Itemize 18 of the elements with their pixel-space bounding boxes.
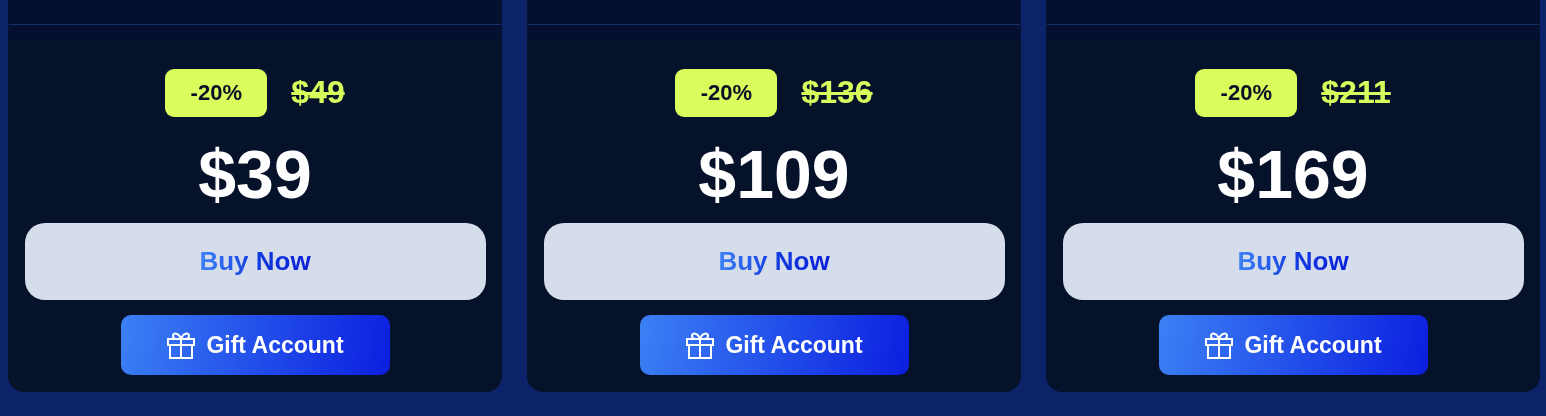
discount-badge: -20% [1195, 68, 1298, 117]
price: $169 [1217, 134, 1369, 213]
gift-icon [685, 330, 716, 361]
gift-icon [1204, 330, 1235, 361]
gift-account-button[interactable]: Gift Account [1158, 315, 1428, 375]
buy-now-button[interactable]: Buy Now [1062, 222, 1524, 301]
old-price: $136 [801, 74, 873, 112]
gift-icon [166, 330, 197, 361]
gift-account-button[interactable]: Gift Account [120, 315, 390, 375]
price: $39 [198, 134, 312, 213]
old-price: $211 [1321, 74, 1391, 112]
gift-account-button[interactable]: Gift Account [639, 315, 909, 375]
discount-badge: -20% [165, 68, 268, 117]
buy-now-button[interactable]: Buy Now [543, 222, 1005, 301]
old-price: $49 [291, 74, 345, 112]
buy-now-button[interactable]: Buy Now [24, 222, 486, 301]
discount-badge: -20% [675, 68, 778, 117]
price: $109 [698, 134, 850, 213]
